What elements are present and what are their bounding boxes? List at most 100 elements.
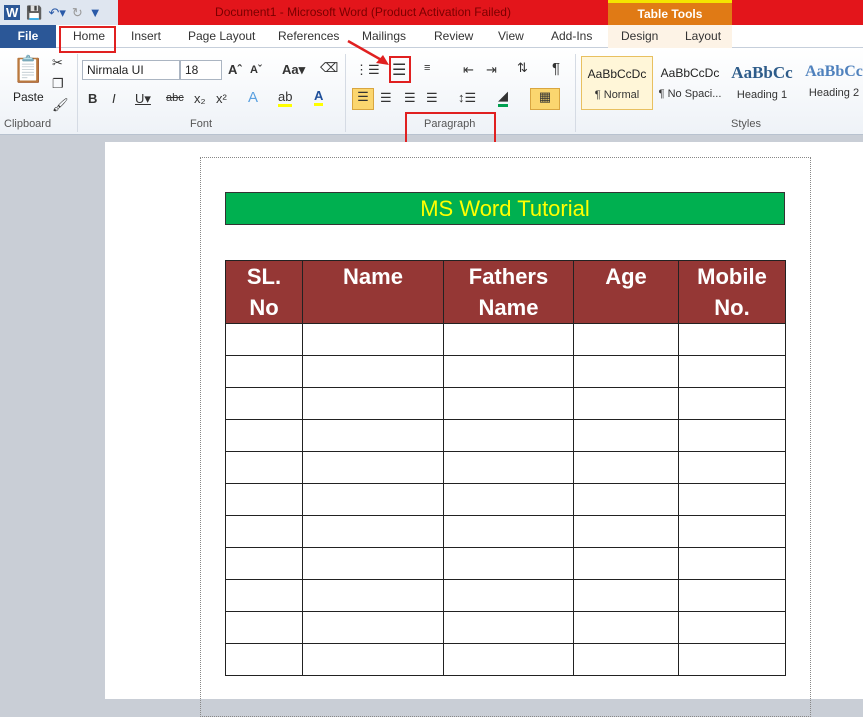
data-table[interactable]: SL. No Name Fathers Name Age Mobile No. (225, 260, 786, 676)
table-cell[interactable] (573, 451, 679, 484)
paragraph-spacing-icon[interactable]: ↕☰ (458, 90, 476, 106)
font-name-select[interactable]: Nirmala UI (82, 60, 180, 80)
strikethrough-icon[interactable]: abc (166, 92, 184, 104)
font-color-icon[interactable]: A (314, 88, 324, 106)
redo-icon[interactable]: ↻ (72, 5, 83, 21)
table-cell[interactable] (302, 419, 444, 452)
table-cell[interactable] (443, 611, 574, 644)
table-cell[interactable] (678, 419, 786, 452)
font-size-select[interactable]: 18 (180, 60, 222, 80)
table-cell[interactable] (573, 419, 679, 452)
highlight-icon[interactable]: ab (278, 89, 293, 107)
align-right-icon[interactable]: ☰ (404, 90, 416, 106)
table-cell[interactable] (573, 387, 679, 420)
table-cell[interactable] (225, 579, 303, 612)
tab-add-ins[interactable]: Add-Ins (551, 25, 592, 48)
copy-icon[interactable]: ❐ (52, 76, 64, 92)
change-case-icon[interactable]: Aa▾ (282, 62, 305, 78)
table-cell[interactable] (225, 451, 303, 484)
table-cell[interactable] (443, 515, 574, 548)
cut-icon[interactable]: ✂ (52, 55, 63, 71)
tab-design[interactable]: Design (621, 25, 658, 48)
table-cell[interactable] (225, 387, 303, 420)
table-cell[interactable] (225, 611, 303, 644)
table-cell[interactable] (302, 515, 444, 548)
tab-page-layout[interactable]: Page Layout (188, 25, 255, 48)
table-cell[interactable] (573, 579, 679, 612)
shading-icon[interactable]: ◢ (498, 88, 508, 107)
table-cell[interactable] (443, 355, 574, 388)
bold-icon[interactable]: B (88, 91, 97, 106)
header-name[interactable]: Name (302, 260, 444, 324)
paste-button[interactable]: Paste (13, 90, 44, 104)
italic-icon[interactable]: I (112, 91, 116, 106)
decrease-indent-icon[interactable]: ⇤ (463, 62, 474, 78)
table-cell[interactable] (678, 515, 786, 548)
style-heading-2[interactable]: AaBbCc Heading 2 (798, 56, 863, 110)
table-cell[interactable] (443, 547, 574, 580)
style-normal[interactable]: AaBbCcDc ¶ Normal (581, 56, 653, 110)
table-cell[interactable] (443, 451, 574, 484)
tab-view[interactable]: View (498, 25, 524, 48)
table-cell[interactable] (573, 547, 679, 580)
table-cell[interactable] (225, 323, 303, 356)
table-cell[interactable] (678, 579, 786, 612)
table-cell[interactable] (443, 643, 574, 676)
table-cell[interactable] (443, 387, 574, 420)
undo-icon[interactable]: ↶▾ (48, 5, 65, 21)
table-cell[interactable] (678, 323, 786, 356)
table-cell[interactable] (573, 323, 679, 356)
sort-icon[interactable]: ⇅ (517, 60, 528, 76)
table-cell[interactable] (302, 323, 444, 356)
table-cell[interactable] (678, 355, 786, 388)
table-cell[interactable] (302, 451, 444, 484)
table-cell[interactable] (678, 611, 786, 644)
tab-file[interactable]: File (0, 25, 56, 48)
pilcrow-icon[interactable]: ¶ (552, 60, 560, 77)
table-cell[interactable] (302, 483, 444, 516)
header-fathers-name[interactable]: Fathers Name (443, 260, 574, 324)
table-cell[interactable] (302, 387, 444, 420)
table-cell[interactable] (302, 355, 444, 388)
table-cell[interactable] (678, 483, 786, 516)
center-icon[interactable]: ☰ (380, 90, 392, 106)
table-cell[interactable] (678, 547, 786, 580)
save-icon[interactable]: 💾 (26, 5, 42, 21)
shrink-font-icon[interactable]: Aˇ (250, 64, 262, 76)
header-age[interactable]: Age (573, 260, 679, 324)
table-cell[interactable] (225, 515, 303, 548)
grow-font-icon[interactable]: Aˆ (228, 62, 242, 77)
increase-indent-icon[interactable]: ⇥ (486, 62, 497, 78)
table-cell[interactable] (678, 643, 786, 676)
underline-icon[interactable]: U▾ (135, 91, 151, 107)
clear-formatting-icon[interactable]: ⌫ (320, 60, 338, 76)
format-painter-icon[interactable]: 🖌 (52, 97, 69, 113)
style-heading-1[interactable]: AaBbCc Heading 1 (726, 56, 798, 110)
table-cell[interactable] (302, 579, 444, 612)
table-cell[interactable] (573, 643, 679, 676)
table-cell[interactable] (225, 419, 303, 452)
table-cell[interactable] (573, 483, 679, 516)
table-cell[interactable] (302, 611, 444, 644)
table-cell[interactable] (225, 355, 303, 388)
table-cell[interactable] (443, 483, 574, 516)
header-sl-no[interactable]: SL. No (225, 260, 303, 324)
table-cell[interactable] (573, 355, 679, 388)
table-cell[interactable] (573, 515, 679, 548)
align-left-icon[interactable]: ☰ (352, 88, 374, 110)
tutorial-banner[interactable]: MS Word Tutorial (225, 192, 785, 225)
style-no-spacing[interactable]: AaBbCcDc ¶ No Spaci... (654, 56, 726, 110)
superscript-icon[interactable]: x² (216, 91, 227, 106)
text-effects-icon[interactable]: A (248, 89, 258, 106)
multilevel-list-icon[interactable]: ≡ (424, 62, 430, 74)
table-cell[interactable] (225, 643, 303, 676)
borders-icon[interactable]: ▦ (530, 88, 560, 110)
table-cell[interactable] (678, 451, 786, 484)
header-mobile-no[interactable]: Mobile No. (678, 260, 786, 324)
subscript-icon[interactable]: x₂ (194, 91, 206, 106)
justify-icon[interactable]: ☰ (426, 90, 438, 106)
customize-icon[interactable]: ▼ (89, 5, 102, 20)
tab-insert[interactable]: Insert (131, 25, 161, 48)
table-cell[interactable] (443, 323, 574, 356)
tab-layout[interactable]: Layout (685, 25, 721, 48)
